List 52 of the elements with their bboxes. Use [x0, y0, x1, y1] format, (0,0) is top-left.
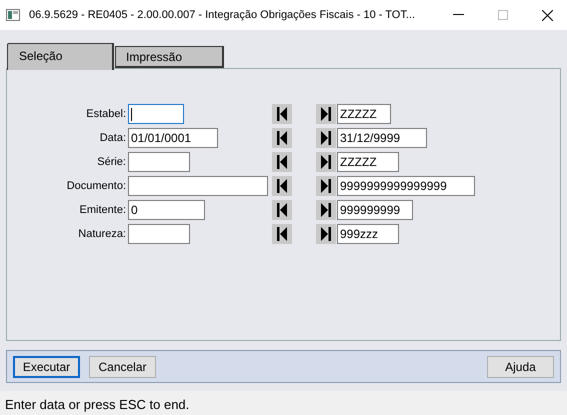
from-field[interactable] — [128, 224, 190, 244]
to-field[interactable]: ZZZZZ — [337, 152, 399, 172]
action-button[interactable]: Cancelar — [89, 356, 156, 378]
from-field[interactable] — [128, 152, 190, 172]
field-label: Estabel: — [85, 106, 127, 122]
tab[interactable]: Impressão — [115, 46, 224, 68]
skip-start-icon — [277, 107, 287, 121]
skip-end-icon — [321, 203, 331, 217]
skip-start-icon — [277, 179, 287, 193]
tab[interactable]: Seleção — [7, 43, 114, 70]
action-button[interactable]: Executar — [13, 356, 80, 378]
skip-end-icon — [321, 227, 331, 241]
first-button[interactable] — [272, 152, 292, 172]
first-button[interactable] — [272, 128, 292, 148]
skip-start-icon — [277, 131, 287, 145]
to-field[interactable]: 31/12/9999 — [337, 128, 427, 148]
from-field[interactable] — [128, 176, 268, 196]
to-field[interactable]: 9999999999999999 — [337, 176, 475, 196]
to-field[interactable]: 999zzz — [337, 224, 399, 244]
to-field[interactable]: ZZZZZ — [337, 104, 391, 124]
skip-end-icon — [321, 107, 331, 121]
minimize-icon[interactable] — [453, 14, 464, 16]
app-icon — [6, 9, 20, 21]
first-button[interactable] — [272, 200, 292, 220]
skip-end-icon — [321, 179, 331, 193]
from-field[interactable]: 0 — [128, 200, 205, 220]
from-field[interactable]: 01/01/0001 — [128, 128, 218, 148]
skip-start-icon — [277, 155, 287, 169]
last-button[interactable] — [316, 224, 336, 244]
last-button[interactable] — [316, 176, 336, 196]
first-button[interactable] — [272, 104, 292, 124]
field-label: Documento: — [66, 178, 127, 194]
skip-start-icon — [277, 203, 287, 217]
last-button[interactable] — [316, 128, 336, 148]
skip-end-icon — [321, 155, 331, 169]
first-button[interactable] — [272, 176, 292, 196]
first-button[interactable] — [272, 224, 292, 244]
last-button[interactable] — [316, 152, 336, 172]
last-button[interactable] — [316, 200, 336, 220]
field-label: Emitente: — [78, 202, 127, 218]
skip-start-icon — [277, 227, 287, 241]
last-button[interactable] — [316, 104, 336, 124]
field-label: Série: — [96, 154, 127, 170]
close-icon[interactable] — [542, 10, 553, 20]
status-text: Enter data or press ESC to end. — [5, 396, 190, 414]
field-label: Natureza: — [77, 226, 127, 242]
skip-end-icon — [321, 131, 331, 145]
to-field[interactable]: 999999999 — [337, 200, 413, 220]
window-title: 06.9.5629 - RE0405 - 2.00.00.007 - Integração Obrigações Fiscais - 10 - TOT... — [29, 8, 416, 23]
help-button[interactable]: Ajuda — [487, 356, 554, 378]
from-field[interactable] — [128, 104, 184, 124]
field-label: Data: — [98, 130, 127, 146]
